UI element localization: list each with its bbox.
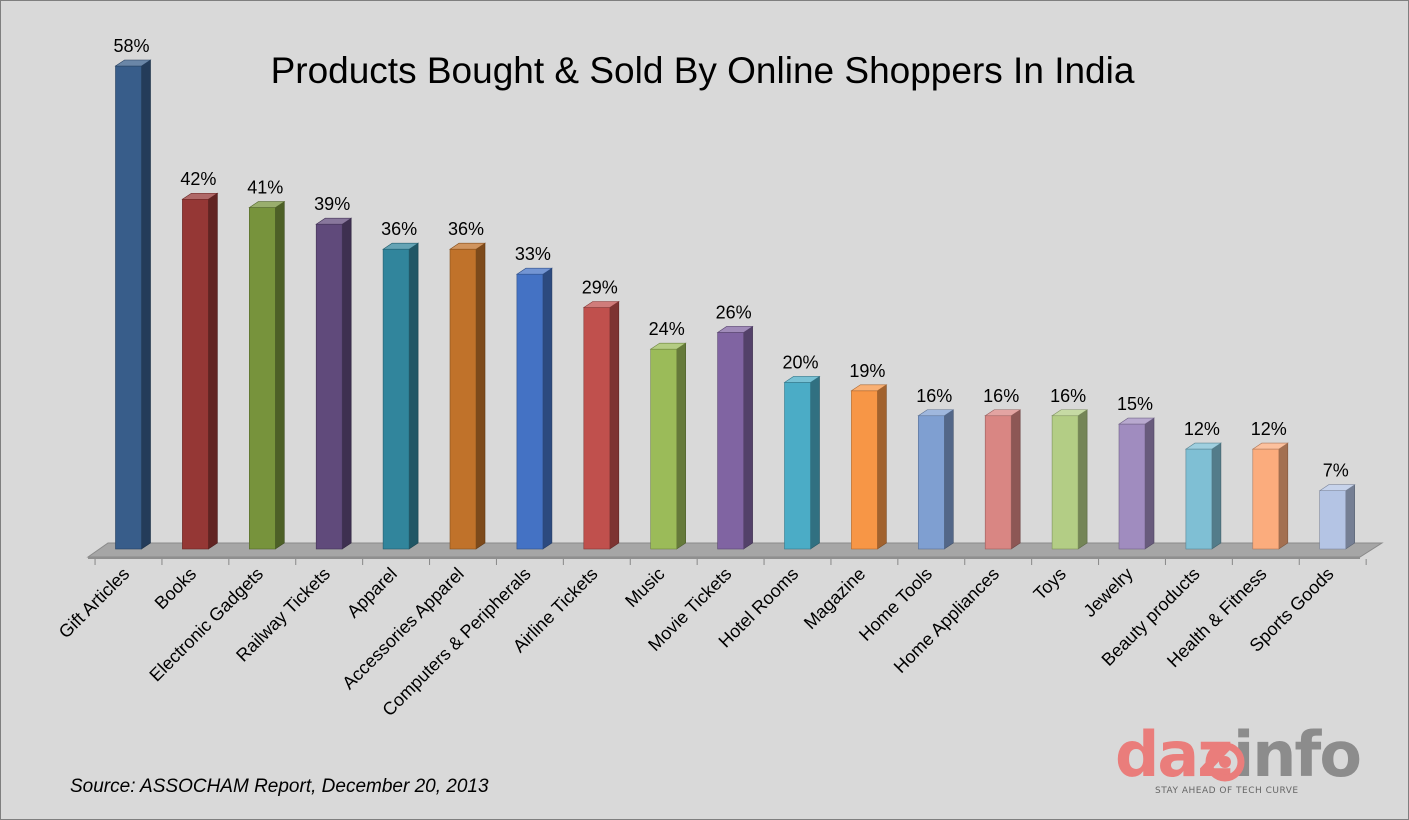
x-tick-label: Toys — [1030, 564, 1070, 604]
x-tick-label: Electronic Gadgets — [145, 564, 267, 686]
bar — [984, 415, 1012, 550]
bar-chart: 58% Gift Articles 42% Books 41% Electronic Ga… — [55, 36, 1384, 720]
bar-side — [1211, 442, 1222, 550]
dazeinfo-logo: daz info STAY AHEAD OF TECH CURVE — [1115, 718, 1362, 802]
bar-side — [609, 300, 620, 550]
bar-side — [208, 192, 218, 550]
bar-side — [341, 217, 352, 550]
data-label: 29% — [582, 278, 618, 298]
source-note: Source: ASSOCHAM Report, December 20, 20… — [70, 776, 489, 797]
bar-side — [1345, 484, 1355, 550]
bar — [917, 415, 945, 550]
bar — [449, 248, 477, 550]
logo-text-info: info — [1233, 718, 1362, 791]
bar-side — [877, 384, 887, 550]
bar — [182, 198, 209, 550]
bar — [1319, 490, 1346, 550]
bar — [851, 390, 878, 550]
x-tick-label: Books — [151, 564, 201, 614]
data-label: 24% — [649, 319, 685, 339]
x-tick-label: Accessories Apparel — [338, 564, 467, 693]
bar-side — [274, 201, 285, 550]
bar — [115, 65, 142, 550]
data-label: 12% — [1184, 419, 1220, 439]
bar-side — [743, 325, 753, 550]
logo-tagline: STAY AHEAD OF TECH CURVE — [1155, 786, 1299, 796]
data-label: 19% — [849, 361, 885, 381]
data-label: 16% — [983, 386, 1019, 406]
data-label: 58% — [113, 36, 149, 56]
bar — [382, 248, 410, 550]
bar-side — [1010, 409, 1021, 550]
x-tick-label: Jewelry — [1080, 564, 1137, 621]
bar — [1252, 448, 1280, 550]
data-label: 33% — [515, 244, 551, 264]
x-tick-label: Music — [621, 564, 668, 611]
bar — [516, 273, 544, 550]
data-label: 39% — [314, 194, 350, 214]
data-label: 36% — [448, 219, 484, 239]
data-label: 36% — [381, 219, 417, 239]
chart-canvas: Products Bought & Sold By Online Shopper… — [0, 0, 1409, 820]
data-label: 20% — [782, 352, 818, 372]
bar-side — [810, 375, 820, 550]
bar — [583, 307, 611, 550]
bar — [1185, 448, 1213, 550]
x-tick-label: Gift Articles — [55, 564, 134, 643]
data-label: 42% — [180, 169, 216, 189]
bar-side — [943, 409, 954, 550]
bar — [717, 332, 744, 550]
bar-side — [408, 242, 419, 550]
data-label: 26% — [716, 302, 752, 322]
bar — [650, 348, 678, 550]
bar — [784, 382, 811, 550]
bar — [249, 207, 276, 550]
bar — [1118, 423, 1146, 550]
data-label: 15% — [1117, 394, 1153, 414]
bar-side — [676, 342, 687, 550]
data-label: 16% — [1050, 386, 1086, 406]
bar-side — [1144, 417, 1155, 550]
x-tick-label: Magazine — [800, 564, 869, 633]
bar-side — [1077, 409, 1088, 550]
bar-side — [475, 242, 486, 550]
logo-target-icon — [1205, 742, 1245, 782]
data-label: 41% — [247, 178, 283, 198]
bar-side — [542, 267, 553, 550]
bar-side — [141, 59, 151, 550]
data-label: 16% — [916, 386, 952, 406]
bar-side — [1278, 442, 1289, 550]
x-tick-label: Apparel — [343, 564, 401, 622]
data-label: 7% — [1323, 461, 1349, 481]
data-label: 12% — [1251, 419, 1287, 439]
bar — [315, 223, 343, 550]
chart-floor-edge — [88, 557, 1360, 559]
bar — [1051, 415, 1079, 550]
